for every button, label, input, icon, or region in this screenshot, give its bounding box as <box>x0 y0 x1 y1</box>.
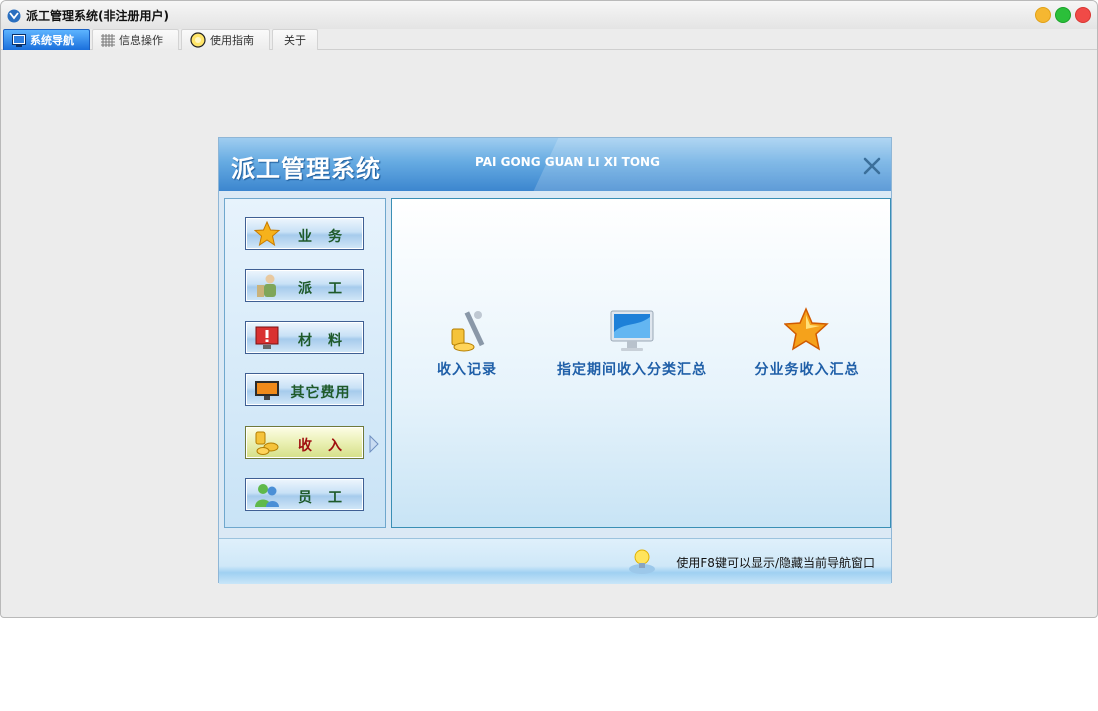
tab-label: 使用指南 <box>210 34 254 47</box>
warning-monitor-icon <box>255 326 279 349</box>
app-window: 派工管理系统(非注册用户) 系统导航 信息操作 使用指南 关于 派工管理系统 P… <box>0 0 1098 618</box>
grid-icon <box>101 33 115 47</box>
nav-materials-button[interactable]: 材 料 <box>245 321 364 354</box>
window-title: 派工管理系统(非注册用户) <box>26 9 169 23</box>
display-icon <box>255 381 279 400</box>
nav-staff-button[interactable]: 员 工 <box>245 478 364 511</box>
coins-icon <box>255 431 279 455</box>
nav-dispatch-button[interactable]: 派 工 <box>245 269 364 302</box>
dialog-footer: 使用F8键可以显示/隐藏当前导航窗口 <box>219 538 891 584</box>
nav-label: 收 入 <box>298 438 343 454</box>
dialog-subtitle: PAI GONG GUAN LI XI TONG <box>475 155 660 169</box>
nav-label: 材 料 <box>298 333 343 349</box>
active-arrow-icon <box>369 435 379 453</box>
tab-label: 关于 <box>284 34 306 47</box>
minimize-button[interactable] <box>1035 7 1051 23</box>
nav-business-button[interactable]: 业 务 <box>245 217 364 250</box>
star-icon <box>254 221 280 247</box>
tab-label: 信息操作 <box>119 34 163 47</box>
dialog-close-button[interactable] <box>860 154 884 178</box>
title-bar: 派工管理系统(非注册用户) <box>1 1 1097 29</box>
star-icon <box>784 307 829 351</box>
tab-about[interactable]: 关于 <box>272 29 318 50</box>
navigation-dialog: 派工管理系统 PAI GONG GUAN LI XI TONG 业 务 派 工 … <box>218 137 892 584</box>
content-label: 分业务收入汇总 <box>754 362 860 378</box>
tab-system-nav[interactable]: 系统导航 <box>3 29 90 50</box>
business-income-summary-item[interactable]: 分业务收入汇总 <box>737 307 877 379</box>
worker-icon <box>257 274 276 297</box>
tab-info-ops[interactable]: 信息操作 <box>92 29 179 50</box>
lightbulb-icon <box>190 32 206 48</box>
nav-label: 其它费用 <box>290 385 351 401</box>
nav-label: 员 工 <box>298 490 343 506</box>
tab-label: 系统导航 <box>30 34 74 47</box>
content-label: 收入记录 <box>437 362 497 378</box>
tab-bar: 系统导航 信息操作 使用指南 关于 <box>1 29 1097 50</box>
hint-lightbulb-icon <box>629 549 655 574</box>
content-label: 指定期间收入分类汇总 <box>557 362 707 378</box>
monitor-icon <box>12 33 26 47</box>
income-record-item[interactable]: 收入记录 <box>412 307 522 379</box>
dialog-header: 派工管理系统 PAI GONG GUAN LI XI TONG <box>219 138 891 191</box>
dialog-title: 派工管理系统 <box>231 155 381 183</box>
maximize-button[interactable] <box>1055 7 1071 23</box>
users-icon <box>255 484 279 507</box>
tab-user-guide[interactable]: 使用指南 <box>181 29 270 50</box>
content-panel: 收入记录 指定期间收入分类汇总 分业务收入汇总 <box>391 198 891 528</box>
footer-hint-text: 使用F8键可以显示/隐藏当前导航窗口 <box>676 556 875 570</box>
period-income-summary-item[interactable]: 指定期间收入分类汇总 <box>547 307 717 379</box>
nav-income-button[interactable]: 收 入 <box>245 426 364 459</box>
imac-icon <box>610 310 654 351</box>
nav-label: 派 工 <box>298 281 343 297</box>
close-icon <box>863 157 881 175</box>
coins-chart-icon <box>451 311 485 352</box>
nav-label: 业 务 <box>298 229 343 245</box>
app-logo-icon <box>7 9 21 23</box>
nav-panel: 业 务 派 工 材 料 其它费用 收 入 员 工 <box>224 198 386 528</box>
nav-other-expenses-button[interactable]: 其它费用 <box>245 373 364 406</box>
close-window-button[interactable] <box>1075 7 1091 23</box>
